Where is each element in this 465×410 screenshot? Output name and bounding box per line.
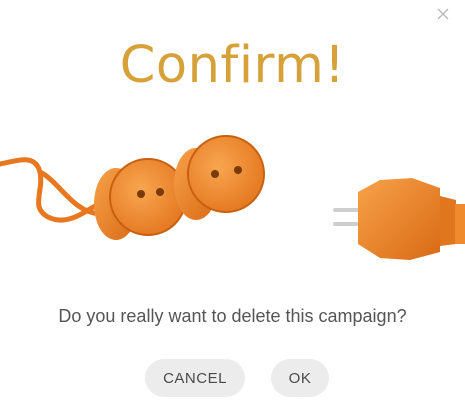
confirm-dialog: Confirm! Do you really want to delete th… <box>0 0 465 410</box>
plug <box>333 178 465 260</box>
close-icon[interactable] <box>435 6 451 22</box>
ok-button[interactable]: OK <box>271 359 329 397</box>
cancel-button[interactable]: CANCEL <box>145 359 245 397</box>
socket-left <box>94 158 187 240</box>
dialog-title: Confirm! <box>119 36 346 95</box>
confirm-message: Do you really want to delete this campai… <box>58 306 407 326</box>
unplugged-cord-illustration <box>0 135 465 260</box>
socket-right <box>174 135 265 220</box>
